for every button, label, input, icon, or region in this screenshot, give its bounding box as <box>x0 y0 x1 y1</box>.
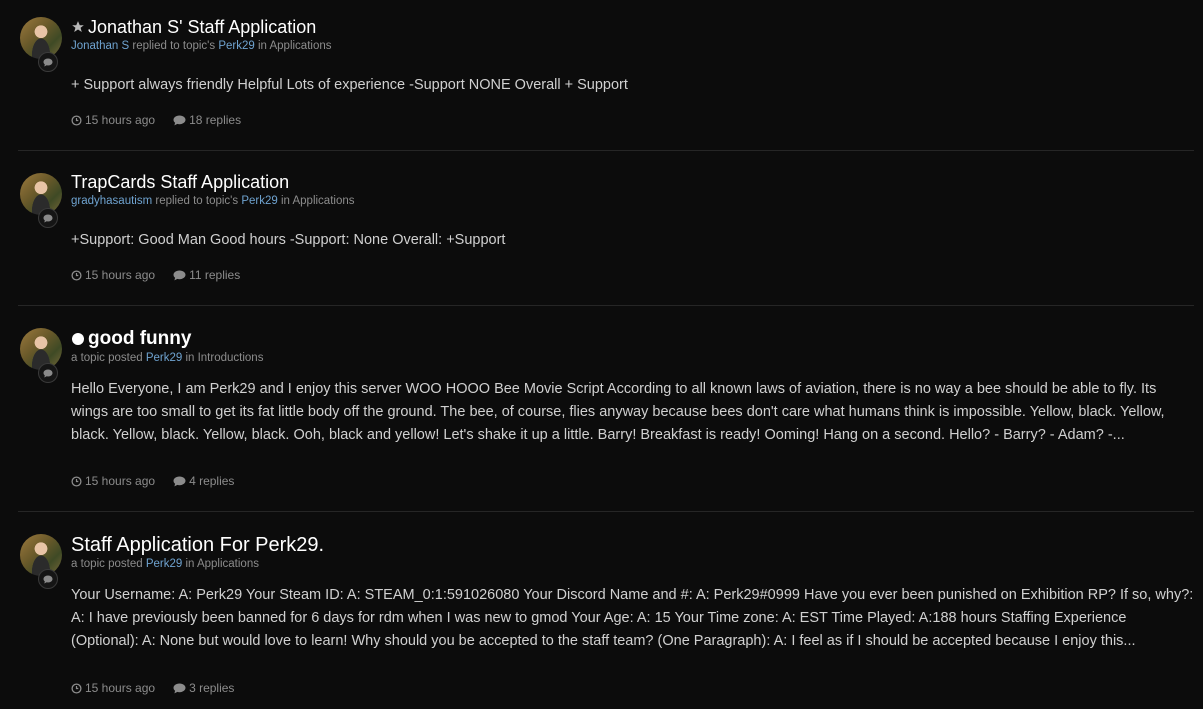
item-stats: 15 hours ago 3 replies <box>71 681 234 695</box>
comment-badge-icon <box>38 52 58 72</box>
meta-text: in <box>277 195 293 207</box>
time-stat: 15 hours ago <box>71 268 155 282</box>
activity-meta: a topic posted Perk29 in Introductions <box>71 351 1194 365</box>
star-icon <box>72 21 84 32</box>
list-item: Jonathan S' Staff Application Jonathan S… <box>18 0 1194 151</box>
timestamp[interactable]: 15 hours ago <box>85 474 155 488</box>
activity-meta: Jonathan S replied to topic's Perk29 in … <box>71 39 1194 53</box>
replies-count[interactable]: 11 replies <box>189 268 240 282</box>
author-link[interactable]: Perk29 <box>146 558 182 570</box>
avatar[interactable] <box>20 173 62 215</box>
meta-text: a topic posted <box>71 558 146 570</box>
forum-link[interactable]: Applications <box>269 40 331 52</box>
meta-text: replied to topic's <box>129 40 219 52</box>
replies-stat: 4 replies <box>173 474 234 488</box>
topic-title[interactable]: TrapCards Staff Application <box>71 171 1194 193</box>
avatar[interactable] <box>20 534 62 576</box>
list-item: good funny a topic posted Perk29 in Intr… <box>18 306 1194 512</box>
author-link[interactable]: Perk29 <box>218 40 254 52</box>
forum-link[interactable]: Applications <box>197 558 259 570</box>
forum-link[interactable]: Applications <box>292 195 354 207</box>
clock-icon <box>71 475 82 487</box>
clock-icon <box>71 269 82 281</box>
post-snippet: +Support: Good Man Good hours -Support: … <box>71 232 506 248</box>
meta-text: replied to topic's <box>152 195 242 207</box>
replies-stat: 3 replies <box>173 681 234 695</box>
topic-title[interactable]: Staff Application For Perk29. <box>71 534 1194 556</box>
avatar-container <box>20 17 62 73</box>
user-link[interactable]: gradyhasautism <box>71 195 152 207</box>
avatar-container <box>20 173 62 229</box>
topic-title[interactable]: Jonathan S' Staff Application <box>71 16 1194 38</box>
timestamp[interactable]: 15 hours ago <box>85 113 155 127</box>
author-link[interactable]: Perk29 <box>146 352 182 364</box>
replies-count[interactable]: 4 replies <box>189 474 234 488</box>
comment-badge-icon <box>38 569 58 589</box>
meta-text: in <box>254 40 270 52</box>
comment-icon <box>173 115 186 125</box>
comment-icon <box>173 270 186 280</box>
avatar[interactable] <box>20 17 62 59</box>
meta-text: in <box>182 352 198 364</box>
author-link[interactable]: Perk29 <box>241 195 277 207</box>
item-stats: 15 hours ago 4 replies <box>71 474 234 488</box>
avatar[interactable] <box>20 328 62 370</box>
comment-icon <box>173 683 186 693</box>
time-stat: 15 hours ago <box>71 474 155 488</box>
clock-icon <box>71 682 82 694</box>
list-item: TrapCards Staff Application gradyhasauti… <box>18 151 1194 306</box>
activity-meta: a topic posted Perk29 in Applications <box>71 557 1194 571</box>
replies-count[interactable]: 3 replies <box>189 681 234 695</box>
meta-text: a topic posted <box>71 352 146 364</box>
activity-feed: Jonathan S' Staff Application Jonathan S… <box>0 0 1203 709</box>
topic-title-text: Jonathan S' Staff Application <box>88 17 317 37</box>
topic-title-text: Staff Application For Perk29. <box>71 534 325 556</box>
unread-dot-icon <box>72 333 84 345</box>
meta-text: in <box>182 558 197 570</box>
item-stats: 15 hours ago 11 replies <box>71 268 240 282</box>
avatar-container <box>20 534 62 590</box>
timestamp[interactable]: 15 hours ago <box>85 681 155 695</box>
post-snippet: Hello Everyone, I am Perk29 and I enjoy … <box>71 381 1165 443</box>
replies-stat: 11 replies <box>173 268 240 282</box>
post-snippet: Your Username: A: Perk29 Your Steam ID: … <box>71 587 1194 649</box>
clock-icon <box>71 114 82 126</box>
time-stat: 15 hours ago <box>71 113 155 127</box>
comment-badge-icon <box>38 363 58 383</box>
avatar-container <box>20 328 62 384</box>
user-link[interactable]: Jonathan S <box>71 40 129 52</box>
timestamp[interactable]: 15 hours ago <box>85 268 155 282</box>
item-stats: 15 hours ago 18 replies <box>71 113 241 127</box>
replies-stat: 18 replies <box>173 113 241 127</box>
post-snippet: + Support always friendly Helpful Lots o… <box>71 77 628 93</box>
time-stat: 15 hours ago <box>71 681 155 695</box>
comment-badge-icon <box>38 208 58 228</box>
forum-link[interactable]: Introductions <box>198 352 264 364</box>
list-item: Staff Application For Perk29. a topic po… <box>18 512 1194 709</box>
topic-title-text: TrapCards Staff Application <box>71 172 290 192</box>
activity-meta: gradyhasautism replied to topic's Perk29… <box>71 194 1194 208</box>
replies-count[interactable]: 18 replies <box>189 113 241 127</box>
topic-title[interactable]: good funny <box>71 328 1194 350</box>
comment-icon <box>173 476 186 486</box>
topic-title-text: good funny <box>88 328 192 349</box>
